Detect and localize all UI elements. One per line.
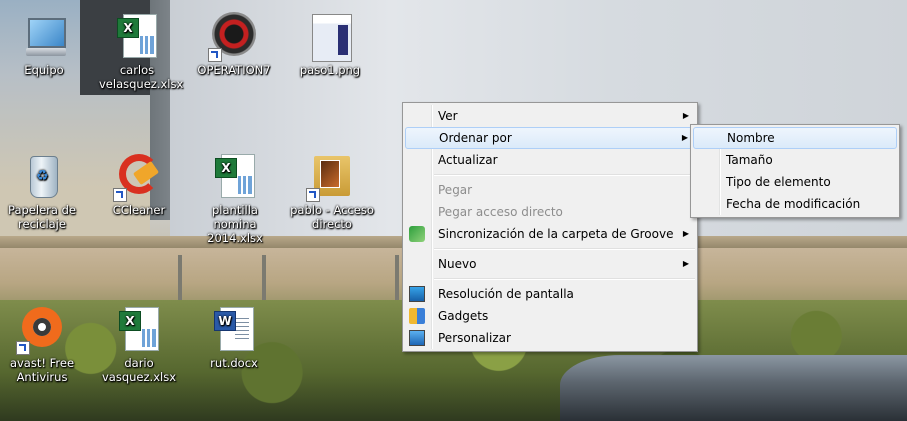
desktop-icon-avast[interactable]: avast! Free Antivirus [2,305,82,384]
desktop-icon-dario-xlsx[interactable]: X dario vasquez.xlsx [99,305,179,384]
excel-file-icon: X [115,305,163,353]
menu-item-nuevo[interactable]: Nuevo ▶ [405,253,695,275]
gadgets-icon [409,308,425,324]
desktop-icon-plantilla-xlsx[interactable]: X plantilla nomina 2014.xlsx [190,152,280,245]
menu-separator [434,278,695,280]
avast-icon [16,305,66,355]
computer-icon [20,12,68,60]
desktop-icon-operation7[interactable]: OPERATION7 [194,12,274,77]
menu-item-label: Pegar acceso directo [438,205,563,219]
sort-by-submenu: Nombre Tamaño Tipo de elemento Fecha de … [690,124,900,218]
desktop-icon-paso1-png[interactable]: paso1.png [290,12,370,77]
menu-item-label: Fecha de modificación [726,197,861,211]
screen-resolution-icon [409,286,425,302]
wallpaper-car [560,355,907,421]
ccleaner-icon [113,152,163,202]
desktop-icon-label: avast! Free Antivirus [9,356,75,384]
desktop-icon-label: dario vasquez.xlsx [102,356,176,384]
submenu-item-tamano[interactable]: Tamaño [693,149,897,171]
menu-separator [434,174,695,176]
desktop-icon-label: Papelera de reciclaje [8,203,76,231]
desktop-icon-pablo-shortcut[interactable]: pablo - Acceso directo [288,152,376,231]
desktop-icon-computer[interactable]: Equipo [4,12,84,77]
desktop-icon-label: OPERATION7 [197,63,271,77]
personalize-icon [409,330,425,346]
desktop-icon-ccleaner[interactable]: CCleaner [99,152,179,217]
menu-item-label: Tipo de elemento [726,175,831,189]
submenu-arrow-icon: ▶ [682,111,689,120]
desktop-context-menu: Ver ▶ Ordenar por ▶ Actualizar Pegar Peg… [402,102,698,352]
desktop-icon-label: pablo - Acceso directo [290,203,374,231]
shortcut-arrow-icon [306,188,320,202]
menu-item-label: Resolución de pantalla [438,287,574,301]
shortcut-arrow-icon [113,188,127,202]
menu-item-ver[interactable]: Ver ▶ [405,105,695,127]
desktop-icon-recycle-bin[interactable]: Papelera de reciclaje [2,152,82,231]
menu-item-label: Nuevo [438,257,477,271]
desktop-icon-label: CCleaner [112,203,166,217]
menu-item-label: Sincronización de la carpeta de Groove [438,227,674,241]
menu-item-sincronizacion-groove[interactable]: Sincronización de la carpeta de Groove ▶ [405,223,695,245]
menu-item-label: Ordenar por [439,131,512,145]
menu-item-label: Tamaño [726,153,773,167]
menu-item-gadgets[interactable]: Gadgets [405,305,695,327]
desktop-icon-label: plantilla nomina 2014.xlsx [207,203,263,245]
menu-item-personalizar[interactable]: Personalizar [405,327,695,349]
submenu-arrow-icon: ▶ [682,229,689,238]
menu-item-resolucion-pantalla[interactable]: Resolución de pantalla [405,283,695,305]
menu-item-ordenar-por[interactable]: Ordenar por ▶ [405,127,695,149]
excel-file-icon: X [211,152,259,200]
menu-item-label: Pegar [438,183,473,197]
menu-item-label: Nombre [727,131,775,145]
desktop-icon-label: paso1.png [299,63,361,77]
desktop-icon-carlos-xlsx[interactable]: X carlos velasquez.xlsx [97,12,184,91]
menu-separator [434,248,695,250]
submenu-item-nombre[interactable]: Nombre [693,127,897,149]
image-file-icon [306,12,354,62]
menu-item-pegar[interactable]: Pegar [405,179,695,201]
desktop-icon-label: carlos velasquez.xlsx [99,63,184,91]
menu-item-label: Actualizar [438,153,498,167]
menu-item-label: Personalizar [438,331,511,345]
menu-item-label: Ver [438,109,458,123]
submenu-item-tipo-elemento[interactable]: Tipo de elemento [693,171,897,193]
groove-sync-icon [409,226,425,242]
word-file-icon: W [210,305,258,353]
operation7-icon [208,12,258,62]
recycle-bin-icon [18,152,66,200]
desktop-icon-rut-docx[interactable]: W rut.docx [194,305,274,370]
submenu-arrow-icon: ▶ [682,259,689,268]
desktop-icon-label: Equipo [24,63,64,77]
menu-item-actualizar[interactable]: Actualizar [405,149,695,171]
folder-shortcut-icon [306,152,356,202]
menu-item-label: Gadgets [438,309,489,323]
submenu-item-fecha-modificacion[interactable]: Fecha de modificación [693,193,897,215]
excel-file-icon: X [113,12,161,60]
shortcut-arrow-icon [16,341,30,355]
shortcut-arrow-icon [208,48,222,62]
desktop-icon-label: rut.docx [210,356,258,370]
menu-item-pegar-acceso-directo[interactable]: Pegar acceso directo [405,201,695,223]
submenu-arrow-icon: ▶ [681,133,688,142]
